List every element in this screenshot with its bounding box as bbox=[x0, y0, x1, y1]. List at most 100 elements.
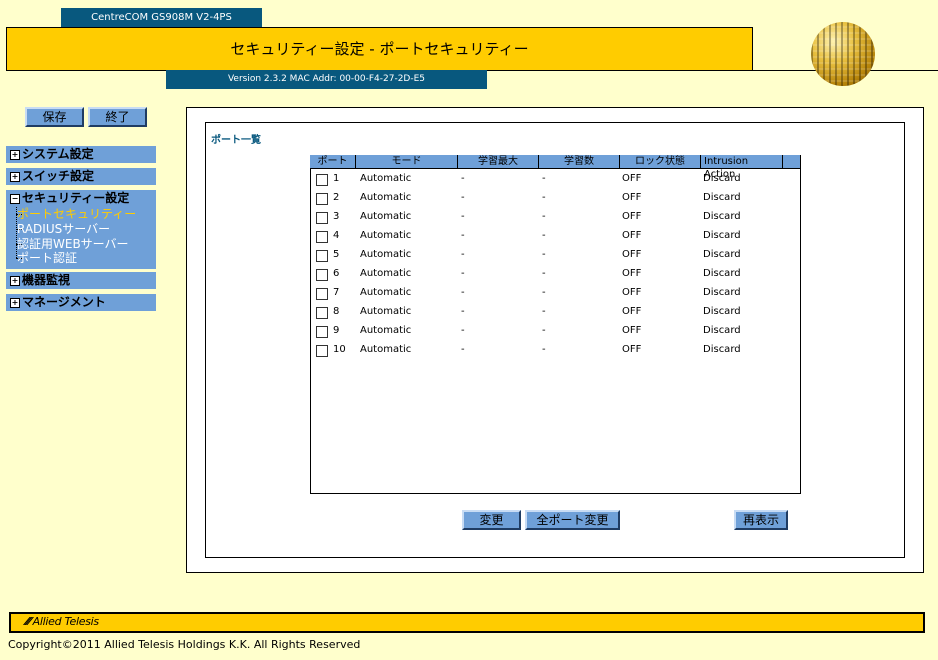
cell-port: 10 bbox=[333, 344, 346, 355]
cell-mode: Automatic bbox=[360, 306, 412, 317]
port-checkbox[interactable] bbox=[316, 288, 328, 300]
menu-switch-label: スイッチ設定 bbox=[22, 169, 95, 183]
cell-learn-max: - bbox=[461, 344, 465, 355]
globe-logo-icon bbox=[811, 22, 875, 86]
sidebar-item-port-security[interactable]: ポートセキュリティー bbox=[17, 207, 136, 222]
port-checkbox[interactable] bbox=[316, 231, 328, 243]
cell-lock-state: OFF bbox=[622, 344, 642, 355]
table-row: 5 Automatic - - OFF Discard bbox=[311, 246, 800, 265]
cell-learn-count: - bbox=[542, 306, 546, 317]
menu-system[interactable]: + システム設定 bbox=[6, 146, 156, 163]
cell-port: 8 bbox=[333, 306, 340, 317]
expand-icon: + bbox=[10, 276, 20, 286]
cell-port: 2 bbox=[333, 192, 340, 203]
allied-telesis-logo-icon: ⁄⁄⁄ Allied Telesis bbox=[26, 615, 99, 629]
cell-mode: Automatic bbox=[360, 249, 412, 260]
expand-icon: + bbox=[10, 172, 20, 182]
copyright-text: Copyright©2011 Allied Telesis Holdings K… bbox=[8, 638, 361, 651]
save-button[interactable]: 保存 bbox=[25, 107, 84, 127]
cell-mode: Automatic bbox=[360, 230, 412, 241]
cell-learn-max: - bbox=[461, 249, 465, 260]
table-row: 2 Automatic - - OFF Discard bbox=[311, 189, 800, 208]
sidebar-item-radius-server[interactable]: RADIUSサーバー bbox=[17, 222, 110, 237]
menu-security-label: セキュリティー設定 bbox=[22, 191, 130, 205]
cell-learn-max: - bbox=[461, 230, 465, 241]
table-row: 7 Automatic - - OFF Discard bbox=[311, 284, 800, 303]
column-header-lock-state: ロック状態 bbox=[620, 155, 701, 169]
collapse-icon: − bbox=[10, 194, 20, 204]
port-checkbox[interactable] bbox=[316, 212, 328, 224]
cell-port: 9 bbox=[333, 325, 340, 336]
cell-learn-count: - bbox=[542, 344, 546, 355]
port-checkbox[interactable] bbox=[316, 269, 328, 281]
cell-intrusion-action: Discard bbox=[703, 287, 741, 298]
cell-learn-max: - bbox=[461, 173, 465, 184]
menu-security[interactable]: − セキュリティー設定 bbox=[6, 190, 156, 207]
cell-mode: Automatic bbox=[360, 173, 412, 184]
section-title: ポート一覧 bbox=[211, 135, 261, 146]
column-header-intrusion-action: Intrusion Action bbox=[701, 155, 783, 180]
cell-port: 5 bbox=[333, 249, 340, 260]
cell-learn-count: - bbox=[542, 173, 546, 184]
column-header-learn-max: 学習最大 bbox=[458, 155, 539, 169]
cell-learn-count: - bbox=[542, 230, 546, 241]
column-header-mode: モード bbox=[356, 155, 458, 169]
cell-learn-max: - bbox=[461, 287, 465, 298]
port-checkbox[interactable] bbox=[316, 307, 328, 319]
cell-intrusion-action: Discard bbox=[703, 325, 741, 336]
cell-port: 1 bbox=[333, 173, 340, 184]
cell-learn-max: - bbox=[461, 268, 465, 279]
cell-intrusion-action: Discard bbox=[703, 211, 741, 222]
cell-lock-state: OFF bbox=[622, 173, 642, 184]
cell-mode: Automatic bbox=[360, 268, 412, 279]
cell-lock-state: OFF bbox=[622, 268, 642, 279]
menu-monitor[interactable]: + 機器監視 bbox=[6, 272, 156, 289]
refresh-button[interactable]: 再表示 bbox=[734, 510, 788, 530]
port-checkbox[interactable] bbox=[316, 250, 328, 262]
expand-icon: + bbox=[10, 150, 20, 160]
cell-intrusion-action: Discard bbox=[703, 249, 741, 260]
cell-mode: Automatic bbox=[360, 325, 412, 336]
change-button[interactable]: 変更 bbox=[462, 510, 521, 530]
sidebar-item-port-auth[interactable]: ポート認証 bbox=[17, 251, 77, 266]
cell-mode: Automatic bbox=[360, 287, 412, 298]
table-row: 3 Automatic - - OFF Discard bbox=[311, 208, 800, 227]
cell-lock-state: OFF bbox=[622, 211, 642, 222]
port-checkbox[interactable] bbox=[316, 326, 328, 338]
expand-icon: + bbox=[10, 298, 20, 308]
cell-lock-state: OFF bbox=[622, 287, 642, 298]
sidebar-item-auth-web-server[interactable]: 認証用WEBサーバー bbox=[17, 237, 129, 252]
cell-learn-count: - bbox=[542, 325, 546, 336]
cell-port: 3 bbox=[333, 211, 340, 222]
cell-learn-count: - bbox=[542, 287, 546, 298]
port-checkbox[interactable] bbox=[316, 193, 328, 205]
cell-learn-max: - bbox=[461, 192, 465, 203]
column-header-port: ポート bbox=[310, 155, 356, 169]
cell-intrusion-action: Discard bbox=[703, 268, 741, 279]
cell-intrusion-action: Discard bbox=[703, 344, 741, 355]
cell-port: 4 bbox=[333, 230, 340, 241]
cell-learn-count: - bbox=[542, 192, 546, 203]
port-checkbox[interactable] bbox=[316, 345, 328, 357]
table-row: 6 Automatic - - OFF Discard bbox=[311, 265, 800, 284]
brand-mark-icon: ⁄⁄⁄ bbox=[26, 615, 31, 628]
port-checkbox[interactable] bbox=[316, 174, 328, 186]
model-name: CentreCOM GS908M V2-4PS bbox=[61, 8, 262, 28]
menu-management-label: マネージメント bbox=[22, 295, 106, 309]
change-all-ports-button[interactable]: 全ポート変更 bbox=[525, 510, 620, 530]
cell-learn-count: - bbox=[542, 268, 546, 279]
cell-lock-state: OFF bbox=[622, 325, 642, 336]
menu-system-label: システム設定 bbox=[22, 147, 94, 161]
cell-learn-max: - bbox=[461, 211, 465, 222]
column-header-learn-count: 学習数 bbox=[539, 155, 620, 169]
cell-port: 6 bbox=[333, 268, 340, 279]
menu-management[interactable]: + マネージメント bbox=[6, 294, 156, 311]
security-submenu: ポートセキュリティー RADIUSサーバー 認証用WEBサーバー ポート認証 bbox=[6, 207, 156, 269]
table-row: 10 Automatic - - OFF Discard bbox=[311, 341, 800, 360]
cell-intrusion-action: Discard bbox=[703, 306, 741, 317]
menu-switch[interactable]: + スイッチ設定 bbox=[6, 168, 156, 185]
brand-name: Allied Telesis bbox=[32, 615, 100, 628]
exit-button[interactable]: 終了 bbox=[88, 107, 147, 127]
cell-mode: Automatic bbox=[360, 344, 412, 355]
cell-learn-count: - bbox=[542, 211, 546, 222]
